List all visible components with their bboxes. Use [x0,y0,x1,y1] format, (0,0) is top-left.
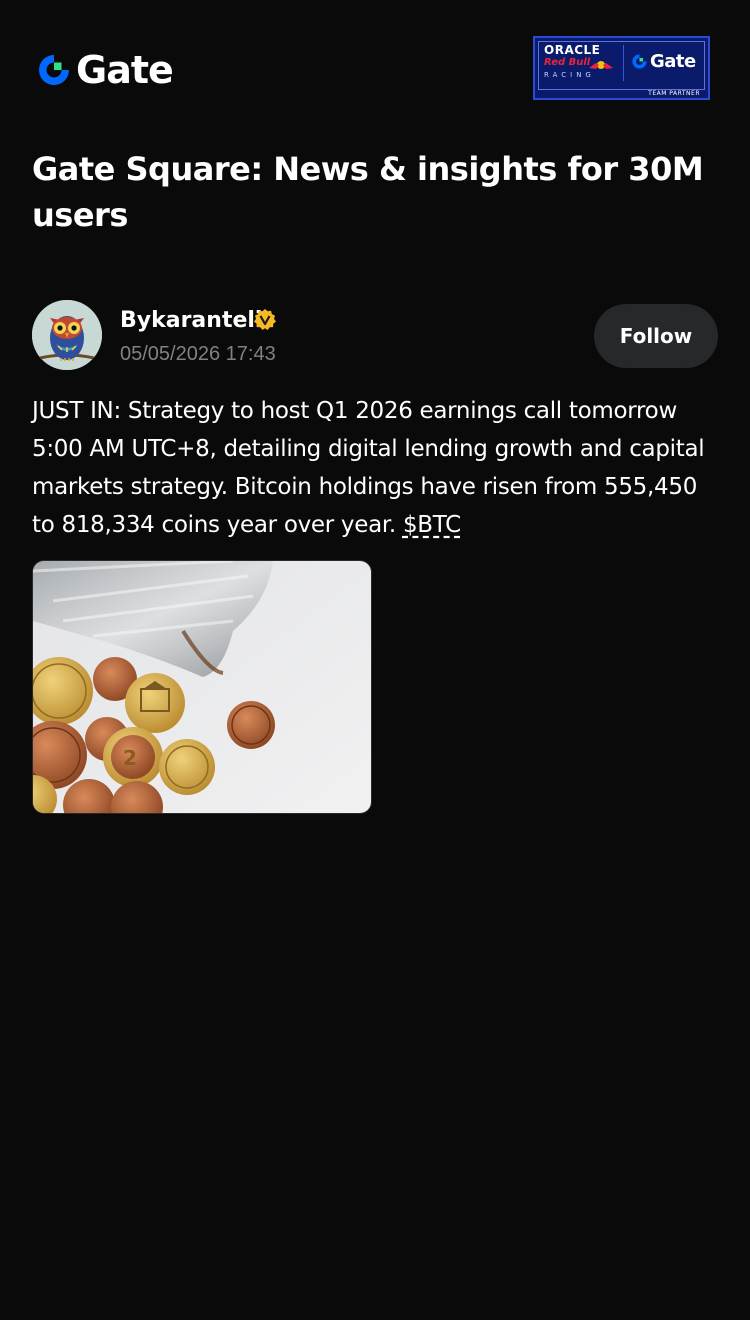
follow-button[interactable]: Follow [594,304,718,368]
team-partner-label: TEAM PARTNER [648,90,700,97]
avatar[interactable] [32,300,102,370]
owl-avatar-icon [32,300,102,370]
ticker-link-btc[interactable]: $BTC [403,512,461,538]
svg-text:2: 2 [123,746,137,770]
post-body-text: JUST IN: Strategy to host Q1 2026 earnin… [32,398,705,538]
badge-divider [623,45,624,81]
gate-logo-icon [632,54,647,69]
gate-logo-icon [39,55,69,85]
team-partner-badge: ORACLE Red Bull RACING Gate TEAM PARTNER [533,36,710,100]
page-title: Gate Square: News & insights for 30M use… [32,150,704,234]
racing-wordmark: RACING [544,71,595,79]
post-image[interactable]: 2 [32,560,372,814]
page: Gate ORACLE Red Bull RACING Gate TEAM PA… [0,0,750,1320]
redbull-wordmark: Red Bull [544,57,591,68]
oracle-wordmark: ORACLE [544,43,601,57]
verified-badge-icon [254,309,276,330]
author-name[interactable]: Bykaranteli [120,308,262,334]
gate-logo[interactable]: Gate [36,48,174,92]
badge-gate-text: Gate [650,51,696,72]
logo-text: Gate [76,48,174,92]
post-timestamp: 05/05/2026 17:43 [120,343,276,365]
redbull-bulls-icon [589,61,613,69]
post-author-row: Bykaranteli 05/05/2026 17:43 Follow [32,300,718,372]
header: Gate ORACLE Red Bull RACING Gate TEAM PA… [36,36,714,104]
coins-photo: 2 [33,561,371,813]
badge-gate-logo: Gate [631,51,696,72]
post-body: JUST IN: Strategy to host Q1 2026 earnin… [32,392,722,544]
